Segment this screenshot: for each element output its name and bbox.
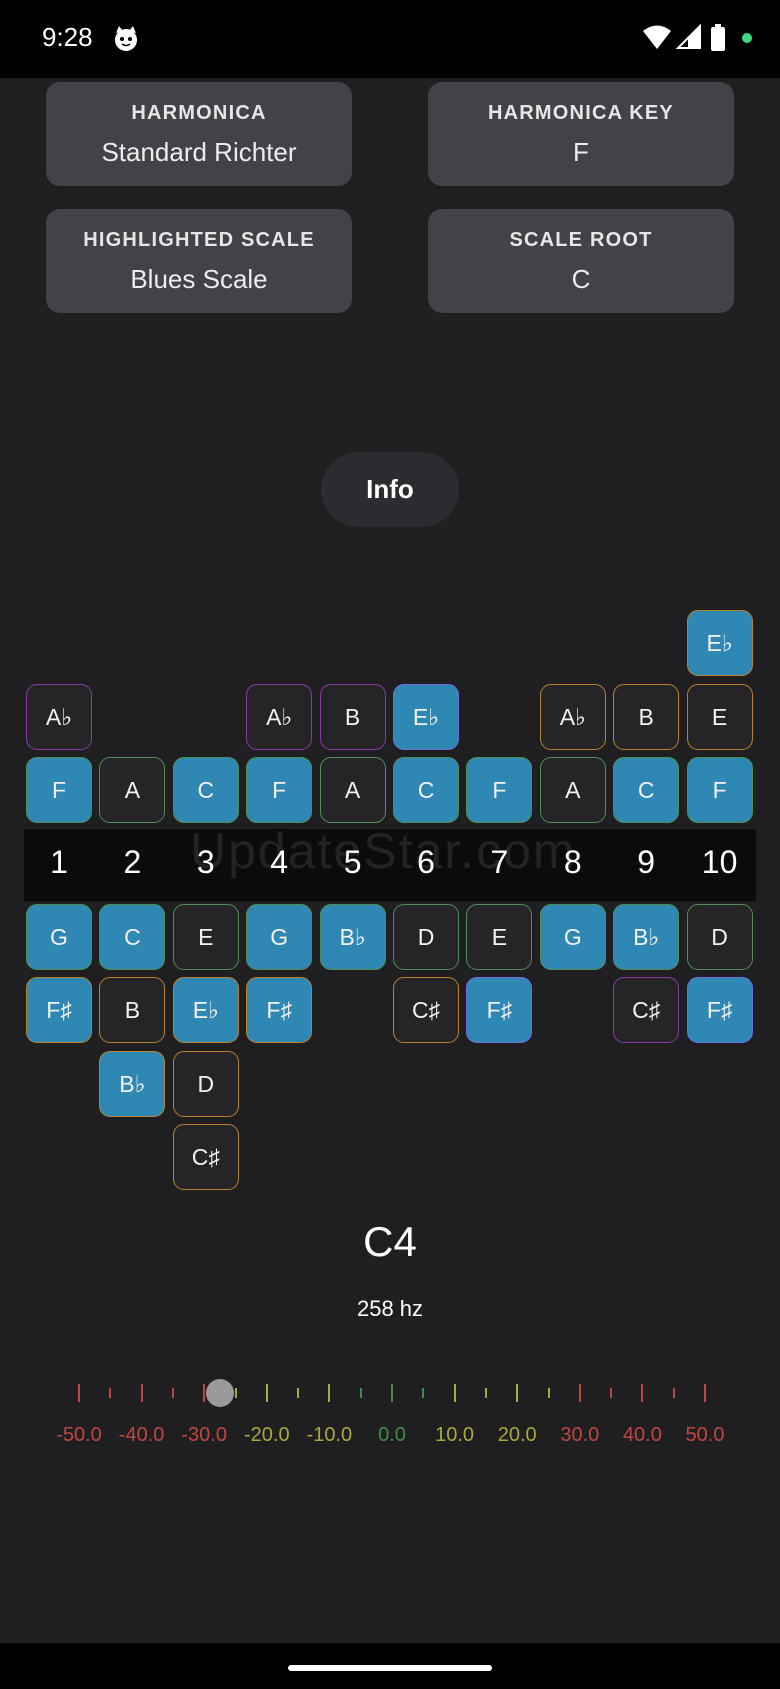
hole-number: 9 (637, 844, 656, 880)
scale-root-label: SCALE ROOT (509, 229, 653, 251)
note-cell[interactable]: C♯ (393, 977, 459, 1043)
hole-number: 2 (123, 844, 142, 880)
tuner-tick (140, 1384, 143, 1402)
harmonica-select[interactable]: HARMONICA Standard Richter (46, 82, 352, 186)
tuner-tick (516, 1384, 519, 1402)
note-cell[interactable]: D (393, 904, 459, 970)
note-cell[interactable]: D (172, 1051, 239, 1117)
hole-number: 7 (490, 844, 509, 880)
scale-root-select[interactable]: SCALE ROOT C (428, 209, 734, 313)
note-cell[interactable]: F♯ (466, 977, 533, 1043)
note-cell[interactable]: A (319, 757, 386, 823)
note-cell[interactable]: A (539, 757, 606, 823)
tuner-tick (641, 1384, 644, 1402)
notification-cat-icon (115, 26, 137, 51)
tuner-tick (547, 1388, 550, 1398)
tuner-tick (610, 1388, 613, 1398)
highlighted-scale-value: Blues Scale (130, 264, 268, 294)
tuner-tick (78, 1384, 80, 1402)
note-cell[interactable]: B♭ (99, 1051, 166, 1117)
note-cell[interactable]: C♯ (613, 977, 680, 1043)
tuner-tick (422, 1388, 425, 1398)
note-cell[interactable]: B♭ (613, 904, 680, 970)
note-cell[interactable]: E (466, 904, 533, 970)
note-cell[interactable]: A♭ (246, 684, 313, 750)
tuner-tick (578, 1384, 581, 1402)
tuner-tick (109, 1388, 112, 1398)
tuner-tick (297, 1388, 300, 1398)
tuner-tick (672, 1388, 675, 1398)
note-cell[interactable]: C (99, 904, 166, 970)
hole-number: 3 (196, 844, 215, 880)
note-cell[interactable]: C (393, 757, 459, 823)
note-cell[interactable]: B (613, 684, 680, 750)
home-gesture-handle[interactable] (288, 1665, 492, 1671)
harmonica-label: HARMONICA (131, 102, 267, 124)
tuner-tick (484, 1388, 487, 1398)
tuner-tick (265, 1384, 268, 1402)
detected-frequency: 258 hz (356, 1296, 424, 1321)
note-cell[interactable]: E♭ (393, 684, 459, 750)
signal-icon (676, 24, 701, 49)
dot-indicator-icon (742, 33, 752, 43)
tuner-tick (203, 1384, 206, 1402)
note-cell[interactable]: G (539, 904, 606, 970)
note-cell[interactable]: G (26, 904, 92, 970)
note-cell[interactable]: B♭ (319, 904, 386, 970)
harmonica-key-label: HARMONICA KEY (488, 102, 674, 124)
note-cell[interactable]: E♭ (172, 977, 239, 1043)
tuner-tick (328, 1384, 331, 1402)
detected-note: C4 (363, 1218, 417, 1265)
note-cell[interactable]: A (99, 757, 166, 823)
status-time: 9:28 (42, 22, 93, 52)
note-cell[interactable]: F (26, 757, 92, 823)
note-cell[interactable]: F (686, 757, 753, 823)
note-cell[interactable]: A♭ (539, 684, 606, 750)
note-cell[interactable]: E (172, 904, 239, 970)
note-cell[interactable]: B (319, 684, 386, 750)
status-bar: 9:28 (0, 0, 780, 78)
scale-root-value: C (571, 264, 591, 294)
note-cell[interactable]: F (246, 757, 313, 823)
harmonica-key-select[interactable]: HARMONICA KEY F (428, 82, 734, 186)
hole-number: 1 (50, 844, 68, 880)
note-cell[interactable]: C♯ (172, 1124, 239, 1190)
hole-number: 8 (563, 844, 582, 880)
tuner-tick (704, 1384, 706, 1402)
harmonica-key-value: F (573, 137, 589, 167)
hole-number: 6 (417, 844, 435, 880)
tuner-tick (234, 1388, 237, 1398)
hole-number: 10 (701, 844, 738, 880)
note-cell[interactable]: E♭ (686, 610, 753, 676)
note-cell[interactable]: F♯ (246, 977, 313, 1043)
note-cell[interactable]: A♭ (26, 684, 92, 750)
hole-number: 4 (270, 844, 289, 880)
note-cell[interactable]: F♯ (26, 977, 92, 1043)
note-cell[interactable]: C (172, 757, 239, 823)
note-cell[interactable]: E (686, 684, 753, 750)
tuner-tick (391, 1384, 393, 1402)
battery-icon (711, 24, 725, 51)
tuner-tick (171, 1388, 174, 1398)
wifi-icon (643, 25, 671, 49)
info-button[interactable]: Info (321, 452, 459, 527)
note-cell[interactable]: B (99, 977, 166, 1043)
note-cell[interactable]: G (246, 904, 313, 970)
highlighted-scale-label: HIGHLIGHTED SCALE (83, 229, 315, 251)
hole-number: 5 (343, 844, 362, 880)
note-cell[interactable]: F (466, 757, 533, 823)
note-cell[interactable]: C (613, 757, 680, 823)
highlighted-scale-select[interactable]: HIGHLIGHTED SCALE Blues Scale (46, 209, 352, 313)
tuner-needle (205, 1379, 234, 1407)
note-cell[interactable]: D (686, 904, 753, 970)
tuner-scale-label: 50.0 (685, 1424, 725, 1446)
tuner-tick (453, 1384, 456, 1402)
harmonica-value: Standard Richter (101, 137, 297, 167)
tuner-tick (359, 1388, 362, 1398)
note-cell[interactable]: F♯ (686, 977, 753, 1043)
